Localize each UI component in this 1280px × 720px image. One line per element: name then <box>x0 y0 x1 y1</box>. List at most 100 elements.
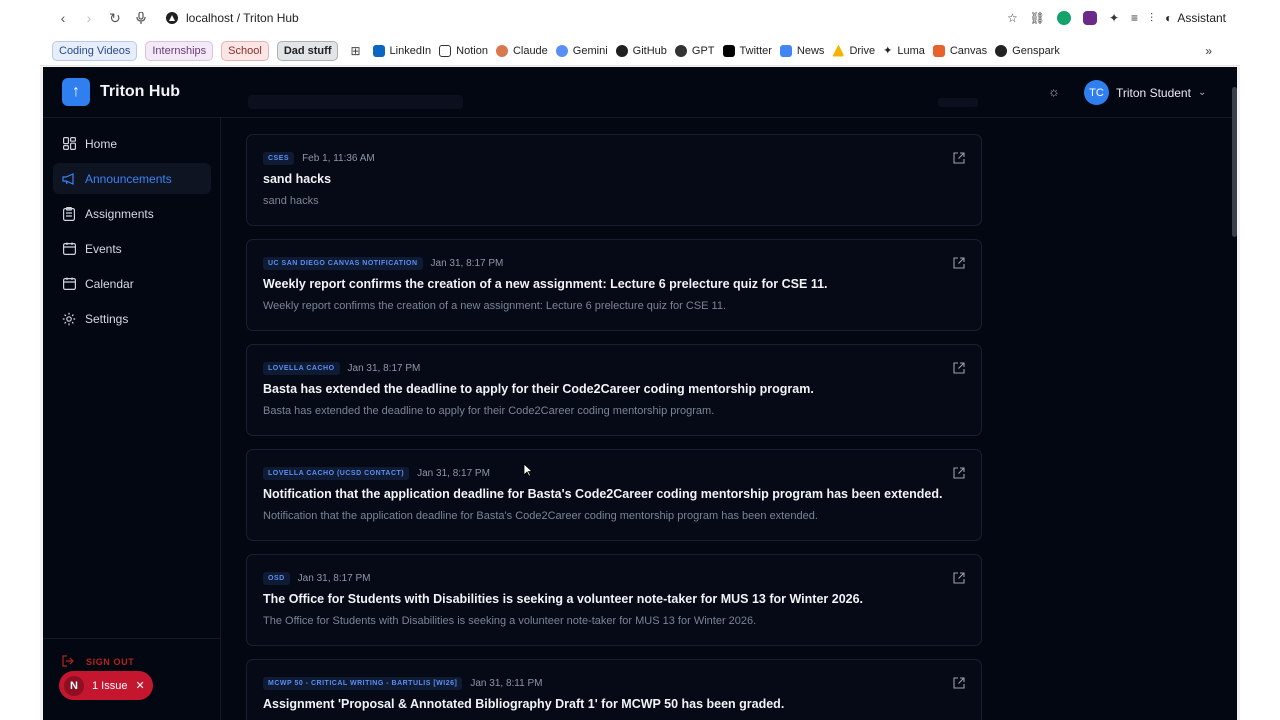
bookmark-drive[interactable]: Drive <box>832 44 875 57</box>
extension-k-icon[interactable] <box>1082 11 1097 25</box>
external-link-icon[interactable] <box>953 257 965 269</box>
announcement-card[interactable]: OSD Jan 31, 8:17 PM The Office for Studen… <box>246 554 982 646</box>
announcement-date: Feb 1, 11:36 AM <box>302 153 375 164</box>
bookmark-linkedin[interactable]: LinkedIn <box>372 44 431 57</box>
sun-icon[interactable]: ☼ <box>1047 85 1061 99</box>
reload-icon[interactable]: ↻ <box>104 7 126 29</box>
site-icon <box>166 12 178 24</box>
bookmark-notion[interactable]: Notion <box>439 44 488 57</box>
link-icon[interactable]: ⛓ <box>1030 11 1045 25</box>
scrollbar[interactable] <box>1232 87 1237 237</box>
user-menu[interactable]: TC Triton Student ⌄ <box>1084 80 1206 105</box>
bookmark-folder-coding-videos[interactable]: Coding Videos <box>52 40 138 61</box>
announcement-description: Notification that the application deadli… <box>263 510 818 522</box>
bookmark-folder-internships[interactable]: Internships <box>145 40 214 61</box>
audio-icon[interactable]: ⫶ <box>1150 11 1153 26</box>
announcement-title: The Office for Students with Disabilitie… <box>263 592 864 606</box>
sidebar-item-settings[interactable]: Settings <box>53 303 211 334</box>
notion-icon <box>439 44 452 57</box>
sidebar-item-home[interactable]: Home <box>53 128 211 159</box>
announcement-card[interactable]: LOVELLA CACHO Jan 31, 8:17 PM Basta has e… <box>246 344 982 436</box>
sidebar-item-events[interactable]: Events <box>53 233 211 264</box>
sidebar-item-calendar[interactable]: Calendar <box>53 268 211 299</box>
source-tag: MCWP 50 - CRITICAL WRITING - BARTULIS [W… <box>263 677 463 690</box>
sidebar: Home Announcements Assignments Events Ca… <box>43 118 221 720</box>
external-link-icon[interactable] <box>953 152 965 164</box>
bookmarks-bar: Coding Videos Internships School Dad stu… <box>40 36 1240 66</box>
gear-icon <box>62 312 76 326</box>
external-link-icon[interactable] <box>953 467 965 479</box>
calendar-icon <box>62 277 76 291</box>
claude-icon <box>495 44 508 57</box>
clipboard-icon <box>62 206 76 221</box>
announcement-card[interactable]: CSES Feb 1, 11:36 AM sand hacks sand hack… <box>246 134 982 226</box>
bookmark-claude[interactable]: Claude <box>495 44 548 57</box>
announcement-card[interactable]: UC SAN DIEGO CANVAS NOTIFICATION Jan 31, … <box>246 239 982 331</box>
assistant-button[interactable]: ◐ Assistant <box>1165 11 1226 25</box>
apps-grid-icon[interactable]: ⊞ <box>350 44 360 58</box>
luma-icon: ✦ <box>883 45 893 57</box>
github-icon <box>615 44 628 57</box>
app-header: ↑ Triton Hub ☼ TC Triton Student ⌄ <box>43 67 1237 118</box>
external-link-icon[interactable] <box>953 677 965 689</box>
issues-badge[interactable]: N 1 Issue ✕ <box>59 671 153 700</box>
star-icon[interactable]: ☆ <box>1007 11 1018 25</box>
calendar-icon <box>62 242 76 256</box>
announcement-description: The Office for Students with Disabilitie… <box>263 615 757 627</box>
close-icon[interactable]: ✕ <box>135 679 144 692</box>
source-tag: LOVELLA CACHO <box>263 362 340 375</box>
app-title: Triton Hub <box>100 83 180 100</box>
chevron-down-icon: ⌄ <box>1197 87 1207 98</box>
bookmark-github[interactable]: GitHub <box>615 44 667 57</box>
bookmark-folder-school[interactable]: School <box>221 40 269 61</box>
menu-icon[interactable]: ≡ <box>1131 11 1138 25</box>
external-link-icon[interactable] <box>953 572 965 584</box>
announcement-card[interactable]: MCWP 50 - CRITICAL WRITING - BARTULIS [W… <box>246 659 982 720</box>
bookmark-canvas[interactable]: Canvas <box>932 44 987 57</box>
nextjs-icon: N <box>64 675 84 696</box>
bookmark-news[interactable]: News <box>779 44 824 57</box>
address-bar[interactable]: localhost / Triton Hub <box>166 11 926 25</box>
grammarly-icon[interactable] <box>1056 11 1071 25</box>
megaphone-icon <box>62 172 76 186</box>
grid-icon <box>62 137 76 151</box>
announcement-description: Weekly report confirms the creation of a… <box>263 300 727 312</box>
bookmark-twitter[interactable]: Twitter <box>722 44 772 57</box>
canvas-icon <box>932 44 945 57</box>
drive-icon <box>832 44 845 57</box>
sidebar-item-assignments[interactable]: Assignments <box>53 198 211 229</box>
sidebar-item-announcements[interactable]: Announcements <box>53 163 211 194</box>
announcement-date: Jan 31, 8:11 PM <box>470 678 543 689</box>
announcement-title: Weekly report confirms the creation of a… <box>263 277 828 291</box>
bookmark-luma[interactable]: ✦ Luma <box>883 44 925 58</box>
announcement-description: sand hacks <box>263 195 319 207</box>
external-link-icon[interactable] <box>953 362 965 374</box>
browser-toolbar: ‹ › ↻ localhost / Triton Hub ☆ ⛓ ✦ ≡ ⫶ ◐… <box>40 0 1240 36</box>
bookmark-gemini[interactable]: Gemini <box>555 44 608 57</box>
announcement-title: Assignment 'Proposal & Annotated Bibliog… <box>263 697 785 711</box>
announcement-description: Basta has extended the deadline to apply… <box>263 405 715 417</box>
avatar: TC <box>1084 80 1109 105</box>
genspark-icon <box>995 44 1008 57</box>
announcement-card[interactable]: LOVELLA CACHO (UCSD CONTACT) Jan 31, 8:17… <box>246 449 982 541</box>
source-tag: CSES <box>263 152 295 165</box>
back-icon[interactable]: ‹ <box>52 7 74 29</box>
extensions-icon[interactable]: ✦ <box>1109 11 1119 25</box>
bookmark-genspark[interactable]: Genspark <box>995 44 1060 57</box>
more-bookmarks-icon[interactable]: » <box>1205 44 1212 58</box>
bookmark-folder-dad-stuff[interactable]: Dad stuff <box>276 40 339 61</box>
sign-out-button[interactable]: SIGN OUT <box>62 655 134 669</box>
news-icon <box>779 44 792 57</box>
announcement-date: Jan 31, 8:17 PM <box>347 363 421 374</box>
forward-icon[interactable]: › <box>78 7 100 29</box>
x-icon <box>722 44 735 57</box>
gpt-icon <box>674 44 687 57</box>
arrow-up-logo-icon: ↑ <box>62 78 90 106</box>
issue-count: 1 Issue <box>92 679 128 692</box>
microphone-icon[interactable] <box>130 7 152 29</box>
announcement-title: sand hacks <box>263 172 332 186</box>
bookmark-gpt[interactable]: GPT <box>674 44 715 57</box>
source-tag: OSD <box>263 572 290 585</box>
announcement-title: Notification that the application deadli… <box>263 487 943 501</box>
user-name: Triton Student <box>1116 85 1191 100</box>
